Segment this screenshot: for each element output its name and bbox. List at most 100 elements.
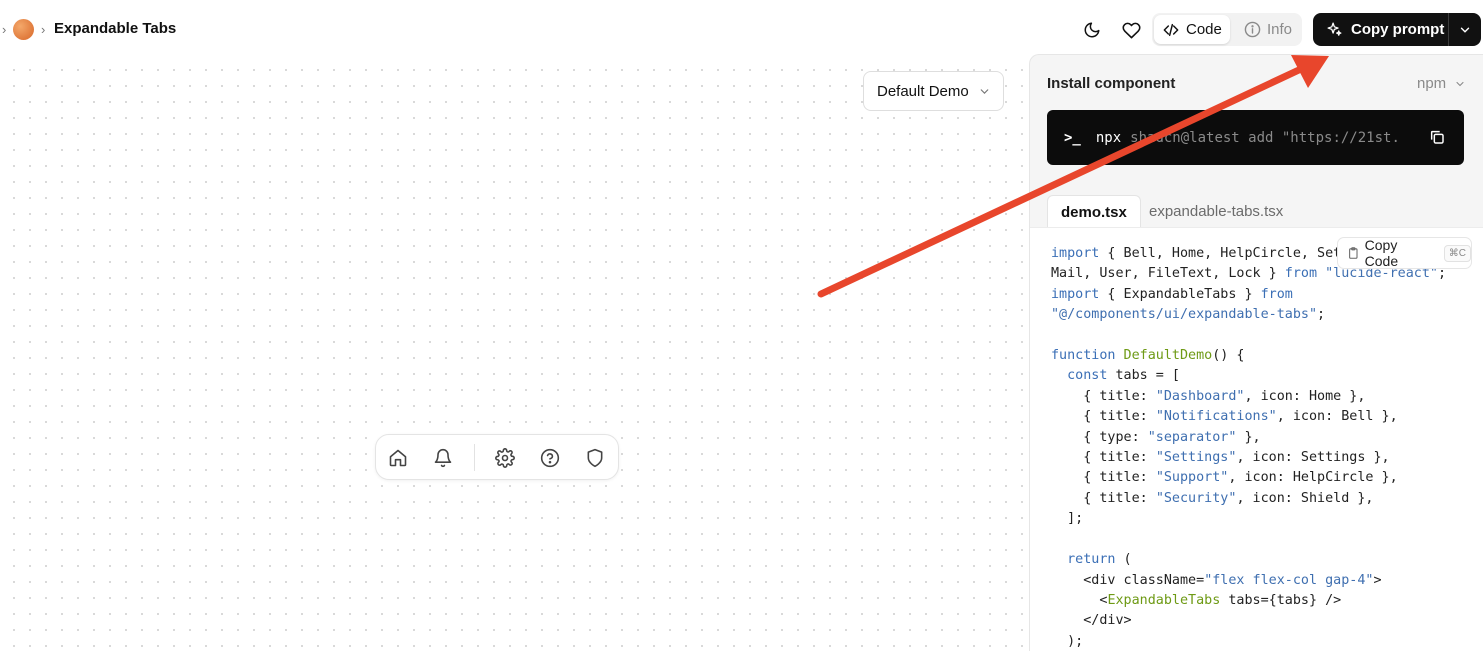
copy-icon (1430, 130, 1444, 144)
code-token: }, (1236, 429, 1261, 445)
settings-icon (495, 448, 515, 468)
code-token: < (1051, 592, 1108, 608)
copy-prompt-dropdown[interactable] (1449, 13, 1481, 46)
command-npx: npx (1095, 129, 1122, 146)
code-line: </div> (1051, 611, 1446, 631)
code-token: tabs = [ (1107, 368, 1180, 384)
code-token: "flex flex-col gap-4" (1204, 572, 1374, 588)
code-token: "@/components/ui/expandable-tabs" (1051, 307, 1318, 323)
code-token: { Bell, Home, HelpCircle, Set (1099, 246, 1342, 261)
chevron-down-icon (1456, 81, 1464, 86)
install-command[interactable]: >_ npx shadcn@latest add "https://21st. (1047, 110, 1464, 165)
code-token: { ExpandableTabs } (1099, 286, 1261, 302)
tab-security[interactable] (581, 444, 609, 472)
code-token: function (1051, 348, 1116, 364)
tab-info[interactable]: Info (1236, 15, 1300, 44)
code-token: const (1067, 368, 1108, 384)
copy-code-button[interactable]: Copy Code ⌘C (1337, 237, 1472, 269)
tab-info-label: Info (1267, 21, 1293, 38)
code-token: "Security" (1155, 490, 1237, 506)
code-line: const tabs = [ (1051, 366, 1446, 386)
theme-toggle-button[interactable] (1078, 16, 1106, 44)
code-line: function DefaultDemo() { (1051, 346, 1446, 366)
code-token: <div className= (1051, 572, 1205, 588)
info-icon (1244, 21, 1261, 38)
tab-notifications[interactable] (429, 444, 457, 472)
code-token: </div> (1051, 613, 1132, 629)
code-token: ); (1051, 633, 1084, 649)
code-token: , icon: HelpCircle }, (1228, 470, 1398, 486)
code-panel: Install component npm >_ npx shadcn@late… (1029, 54, 1483, 651)
page-title: Expandable Tabs (54, 20, 177, 37)
demo-select-value: Default Demo (877, 82, 969, 100)
code-token: ; (1317, 307, 1326, 323)
code-line: return ( (1051, 550, 1446, 570)
code-token: { title: (1051, 388, 1156, 404)
copy-code-shortcut: ⌘C (1443, 244, 1471, 262)
code-line: { title: "Dashboard", icon: Home }, (1051, 387, 1446, 407)
code-block: import { Bell, Home, HelpCircle, Set Mail… (1051, 244, 1446, 651)
copy-prompt-label: Copy prompt (1351, 21, 1445, 38)
code-token: { title: (1051, 490, 1156, 506)
copy-command-button[interactable] (1427, 127, 1447, 147)
code-token: Mail, User, FileText, Lock } (1051, 266, 1285, 282)
code-token: , icon: Bell }, (1276, 409, 1398, 425)
preview-canvas: Default Demo (0, 58, 1029, 651)
code-token: import (1051, 286, 1100, 302)
code-icon (1163, 23, 1179, 36)
tab-code-label: Code (1186, 21, 1222, 38)
code-token: tabs={tabs} /> (1220, 592, 1342, 608)
code-token: from (1284, 266, 1318, 282)
code-token: , icon: Shield }, (1236, 490, 1374, 506)
code-token: DefaultDemo (1115, 348, 1213, 364)
code-token: "separator" (1147, 429, 1237, 445)
tab-home[interactable] (384, 444, 412, 472)
copy-code-label: Copy Code (1364, 237, 1399, 269)
command-args: shadcn@latest add "https://21st. (1130, 129, 1400, 146)
avatar[interactable] (13, 19, 34, 40)
tab-settings[interactable] (491, 444, 519, 472)
code-token: ]; (1051, 511, 1084, 527)
code-line: { type: "separator" }, (1051, 428, 1446, 448)
code-token: import (1051, 246, 1100, 261)
bell-icon (434, 448, 452, 468)
code-token: () { (1212, 348, 1245, 364)
help-circle-icon (540, 448, 560, 468)
sparkles-icon (1327, 22, 1342, 36)
tabs-separator (474, 444, 475, 471)
copy-prompt-main: Copy prompt (1313, 13, 1449, 46)
code-line: { title: "Notifications", icon: Bell }, (1051, 407, 1446, 427)
code-line: ]; (1051, 509, 1446, 529)
home-icon (389, 449, 407, 467)
demo-select[interactable]: Default Demo (863, 71, 1004, 111)
code-token: , icon: Home }, (1244, 388, 1366, 404)
code-token: ( (1115, 552, 1132, 568)
code-line: <ExpandableTabs tabs={tabs} /> (1051, 591, 1446, 611)
code-token: "Settings" (1155, 450, 1237, 466)
tab-expandable-tabs-tsx[interactable]: expandable-tabs.tsx (1136, 195, 1296, 228)
code-token: { type: (1051, 429, 1148, 445)
package-manager-select[interactable]: npm (1417, 75, 1466, 92)
code-viewer: import { Bell, Home, HelpCircle, Set Mail… (1030, 227, 1483, 651)
code-token: "Notifications" (1155, 409, 1277, 425)
tab-code[interactable]: Code (1154, 15, 1230, 44)
tab-demo-tsx[interactable]: demo.tsx (1047, 195, 1141, 228)
install-component-label: Install component (1047, 75, 1176, 92)
code-line: { title: "Support", icon: HelpCircle }, (1051, 468, 1446, 488)
copy-prompt-button[interactable]: Copy prompt (1313, 13, 1481, 46)
code-token: "Dashboard" (1155, 388, 1245, 404)
chevron-down-icon (980, 88, 989, 94)
expandable-tabs (375, 434, 619, 480)
terminal-icon: >_ (1064, 129, 1081, 146)
view-switcher: Code Info (1152, 13, 1302, 46)
code-token: ExpandableTabs (1107, 592, 1221, 608)
code-token: , icon: Settings }, (1236, 450, 1390, 466)
tab-support[interactable] (536, 444, 564, 472)
clipboard-icon (1349, 247, 1358, 259)
favorite-button[interactable] (1117, 16, 1145, 44)
top-bar: › › Expandable Tabs Code Info Copy promp… (0, 0, 1483, 58)
